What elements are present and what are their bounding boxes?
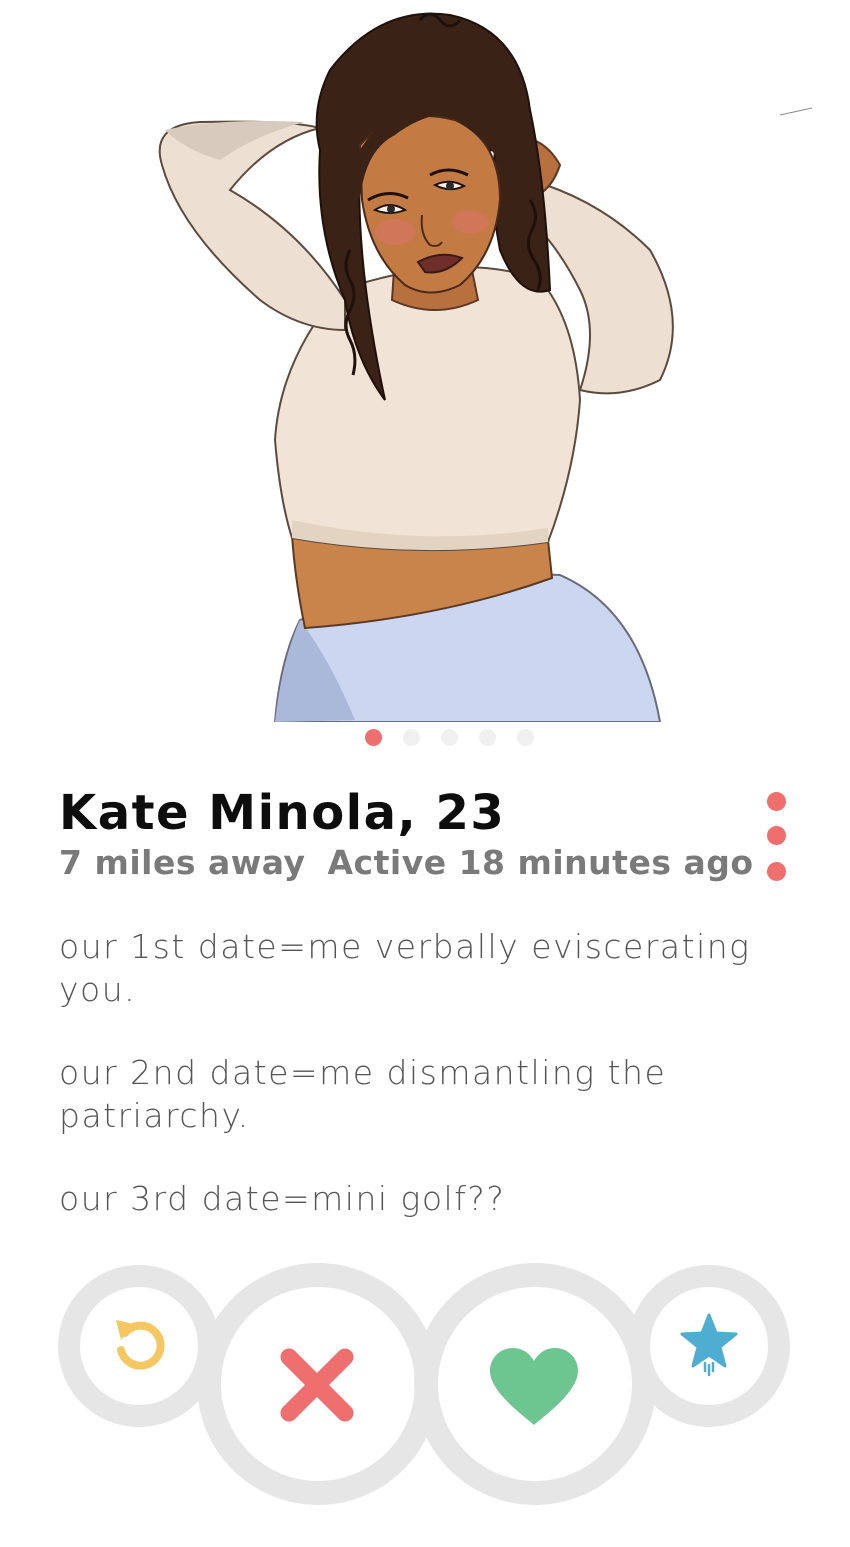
profile-photo[interactable] bbox=[0, 0, 850, 722]
active-status-text: Active 18 minutes ago bbox=[327, 843, 754, 882]
heart-icon bbox=[490, 1348, 578, 1425]
star-icon bbox=[680, 1313, 738, 1377]
pagination-dot[interactable] bbox=[403, 729, 420, 746]
profile-illustration bbox=[158, 12, 813, 722]
pagination-dot-active[interactable] bbox=[365, 729, 382, 746]
profile-name-age: Kate Minola, 23 bbox=[59, 785, 506, 841]
rewind-button[interactable] bbox=[58, 1265, 220, 1427]
pagination-dot[interactable] bbox=[517, 729, 534, 746]
bio-line: our 1st date=me verbally eviscerating yo… bbox=[59, 927, 751, 1009]
pagination-dot[interactable] bbox=[441, 729, 458, 746]
rewind-icon bbox=[116, 1320, 165, 1370]
bio-line: our 3rd date=mini golf?? bbox=[59, 1179, 506, 1218]
profile-meta: 7 miles away Active 18 minutes ago bbox=[59, 843, 754, 882]
nope-button[interactable] bbox=[197, 1263, 439, 1505]
distance-text: 7 miles away bbox=[59, 843, 306, 882]
super-like-button[interactable] bbox=[628, 1265, 790, 1427]
pagination-dot[interactable] bbox=[479, 729, 496, 746]
more-options-icon[interactable] bbox=[760, 788, 794, 890]
profile-bio: our 1st date=me verbally eviscerating yo… bbox=[59, 925, 779, 1260]
like-button[interactable] bbox=[414, 1263, 656, 1505]
close-icon bbox=[280, 1348, 354, 1422]
photo-pagination bbox=[0, 729, 850, 747]
bio-line: our 2nd date=me dismantling the patriarc… bbox=[59, 1053, 667, 1135]
